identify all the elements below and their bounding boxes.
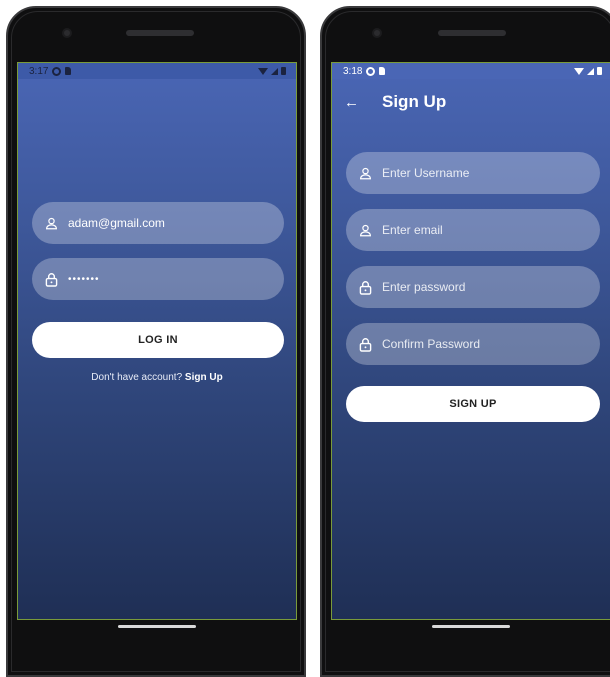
email-field[interactable]: adam@gmail.com (32, 202, 284, 244)
signup-link[interactable]: Sign Up (185, 372, 223, 383)
home-indicator[interactable] (118, 625, 196, 628)
signup-prompt: Don't have account? Sign Up (18, 372, 296, 383)
earpiece-speaker (438, 30, 506, 36)
sdcard-status-icon (379, 67, 386, 75)
lock-icon (358, 280, 372, 295)
lock-icon (358, 337, 372, 352)
email-input-value[interactable]: adam@gmail.com (68, 216, 165, 230)
signup-prompt-text: Don't have account? (91, 372, 183, 383)
battery-icon (281, 67, 286, 75)
password-input-value[interactable]: ••••••• (68, 274, 100, 285)
front-camera (372, 28, 382, 38)
earpiece-speaker (126, 30, 194, 36)
email-field[interactable]: Enter email (346, 209, 600, 251)
app-bar: ← Sign Up (332, 87, 610, 117)
status-bar: 3:18 (332, 63, 610, 79)
confirm-password-field[interactable]: Confirm Password (346, 323, 600, 365)
email-placeholder[interactable]: Enter email (382, 223, 443, 237)
phone-signup: 3:18 ← Sign Up Enter Username Enter emai… (320, 6, 610, 677)
signup-button[interactable]: SIGN UP (346, 386, 600, 422)
settings-status-icon (366, 66, 376, 76)
wifi-icon (258, 67, 268, 75)
phone-login: 3:17 adam@gmail.com ••••••• LOG IN Don't… (6, 6, 306, 677)
wifi-icon (574, 67, 584, 75)
status-bar: 3:17 (18, 63, 296, 79)
battery-icon (597, 67, 602, 75)
login-button[interactable]: LOG IN (32, 322, 284, 358)
password-placeholder[interactable]: Enter password (382, 280, 465, 294)
password-field[interactable]: Enter password (346, 266, 600, 308)
page-title: Sign Up (382, 92, 447, 111)
confirm-password-placeholder[interactable]: Confirm Password (382, 337, 480, 351)
front-camera (62, 28, 72, 38)
home-indicator[interactable] (432, 625, 510, 628)
lock-icon (44, 272, 58, 287)
back-arrow-icon[interactable]: ← (344, 94, 359, 111)
person-icon (358, 166, 372, 180)
status-time: 3:18 (343, 65, 363, 77)
password-field[interactable]: ••••••• (32, 258, 284, 300)
person-icon (358, 223, 372, 237)
signal-icon (587, 67, 594, 75)
signup-screen: 3:18 ← Sign Up Enter Username Enter emai… (331, 62, 610, 620)
login-screen: 3:17 adam@gmail.com ••••••• LOG IN Don't… (17, 62, 297, 620)
username-placeholder[interactable]: Enter Username (382, 166, 469, 180)
username-field[interactable]: Enter Username (346, 152, 600, 194)
signal-icon (271, 67, 278, 75)
status-time: 3:17 (29, 65, 49, 77)
settings-status-icon (52, 66, 62, 76)
sdcard-status-icon (65, 67, 72, 75)
person-icon (44, 216, 58, 230)
